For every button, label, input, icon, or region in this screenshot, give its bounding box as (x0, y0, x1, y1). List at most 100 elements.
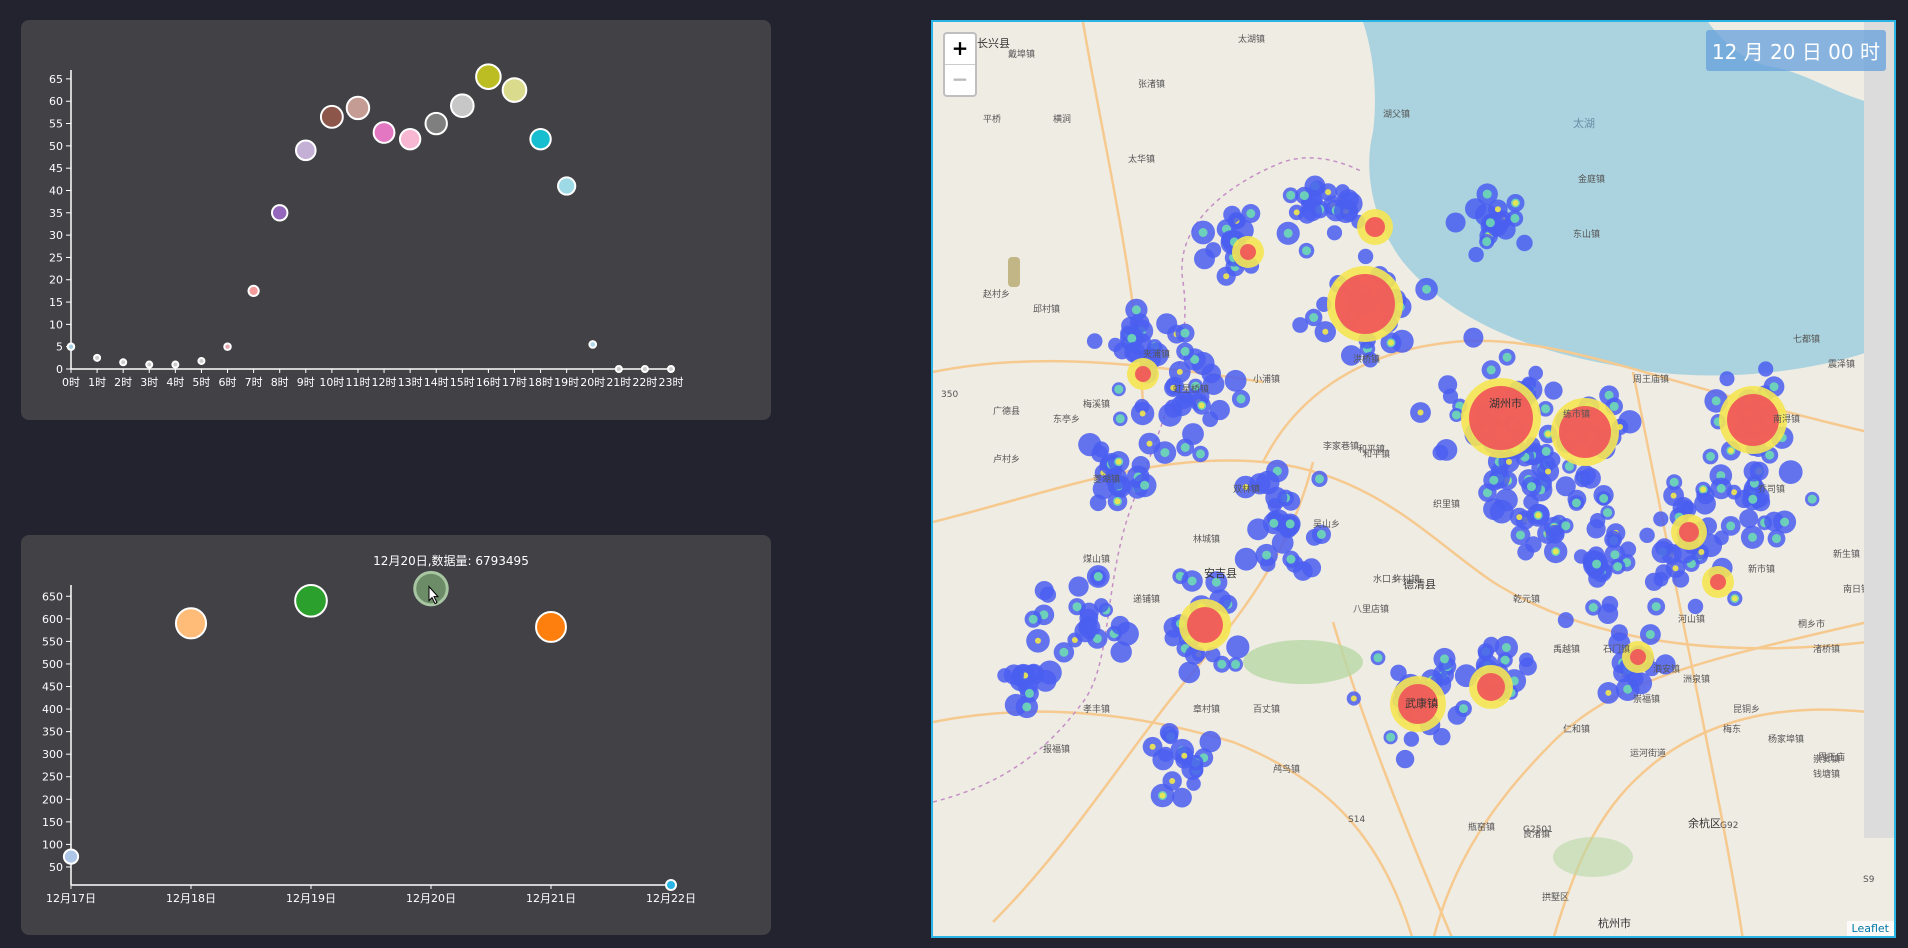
heat-point (1224, 369, 1247, 392)
heat-point-warm (1711, 396, 1721, 406)
heat-point (1078, 433, 1102, 457)
place-label: 禹越镇 (1553, 643, 1580, 655)
heat-core-red (1187, 607, 1223, 643)
place-label: 运河街道 (1630, 747, 1666, 759)
place-label: 平桥 (983, 113, 1001, 125)
place-label: 卢村乡 (993, 453, 1020, 465)
data-point (247, 284, 260, 298)
heat-point (1589, 513, 1606, 529)
heat-point-warm (1127, 333, 1137, 343)
heat-point (1110, 641, 1132, 663)
heat-point (1160, 726, 1178, 743)
map-canvas[interactable]: 湖州市长兴县安吉县德清县武康镇余杭区杭州市桐乡市广德县拱墅区南浔镇练市镇新市镇和… (933, 22, 1896, 938)
place-label: 周王庙镇 (1633, 373, 1669, 385)
place-label: 夹浦镇 (1143, 348, 1170, 360)
heat-point-hot (1727, 447, 1734, 454)
x-tick-label: 3时 (140, 376, 158, 389)
x-tick-label: 2时 (114, 376, 132, 389)
heat-point-hot (1169, 778, 1176, 784)
heat-point (1110, 615, 1130, 635)
y-tick-label: 65 (49, 73, 63, 86)
heat-point-hot (1223, 273, 1230, 280)
heat-point-hot (1700, 486, 1707, 493)
heat-point-hot (1698, 549, 1705, 555)
data-point (557, 176, 577, 196)
heat-point-warm (1451, 410, 1461, 420)
heat-point (1655, 538, 1674, 557)
heat-point-hot (1035, 637, 1041, 644)
place-label: 菱湖镇 (1093, 473, 1120, 485)
y-tick-label: 50 (49, 861, 63, 874)
x-tick-label: 13时 (398, 376, 423, 389)
heat-point (1739, 509, 1759, 529)
heat-point-warm (1716, 483, 1726, 493)
y-tick-label: 600 (42, 613, 63, 626)
daily-scatter-chart: 50 100 150 200 250 300 350 400 450 500 550 600 650 12… (42, 553, 696, 905)
heat-point-warm (1025, 688, 1034, 698)
place-label: 杨家埠镇 (1768, 733, 1804, 745)
zoom-out-button[interactable]: − (945, 64, 975, 95)
heat-point-warm (1645, 630, 1655, 639)
leaflet-attribution-link[interactable]: Leaflet (1846, 921, 1894, 936)
heat-point (1202, 411, 1219, 428)
place-label: 双林镇 (1233, 483, 1260, 495)
data-point (475, 63, 502, 90)
data-point (62, 848, 80, 865)
heat-core-red (1710, 574, 1726, 590)
hourly-scatter-panel: 0 5 10 15 20 25 30 35 40 45 50 55 60 65 0时 1时 2时 3时 4时 5时 6时… (21, 20, 771, 420)
heat-point-hot (1325, 189, 1332, 196)
heat-point-warm (1769, 382, 1779, 392)
heat-point (1601, 595, 1619, 613)
data-point (665, 879, 677, 891)
place-label: 武康镇 (1405, 696, 1438, 710)
heat-point (997, 668, 1012, 683)
heat-point-warm (1262, 550, 1272, 560)
x-tick-label: 7时 (245, 376, 263, 389)
y-tick-label: 35 (49, 207, 63, 220)
data-point (270, 204, 289, 222)
heat-point-hot (1159, 792, 1166, 799)
heat-core-red (1135, 366, 1151, 382)
x-tick-label: 12月22日 (646, 892, 696, 905)
heat-point (1653, 511, 1669, 527)
lake-label: 太湖 (1573, 117, 1595, 130)
place-label: 虹星桥镇 (1173, 383, 1209, 395)
heat-core-red (1365, 217, 1385, 237)
place-label: 瓶窑镇 (1468, 821, 1495, 833)
heat-point-hot (1494, 206, 1501, 213)
heat-point-hot (1417, 409, 1424, 416)
heat-point-warm (1315, 474, 1324, 484)
y-tick-label: 60 (49, 95, 63, 108)
heat-point (1039, 586, 1057, 603)
heat-point-warm (1726, 521, 1736, 531)
heat-point-warm (1269, 518, 1279, 528)
place-label: 新市镇 (1748, 563, 1775, 575)
heat-point-warm (1028, 614, 1038, 624)
heat-point-warm (1180, 443, 1190, 452)
heatmap-map[interactable]: 湖州市 长兴县 安吉县 德清县 武康镇 余杭区 杭州市 桐乡市 广德县 拱墅区 南浔镇 练市镇 新市镇和… (931, 20, 1896, 938)
daily-scatter-panel: 50 100 150 200 250 300 350 400 450 500 550 600 650 12… (21, 535, 771, 935)
heat-point (1223, 205, 1241, 224)
heat-point (1433, 728, 1451, 746)
y-tick-label: 350 (42, 726, 63, 739)
heat-point (1226, 635, 1250, 659)
place-label: 长兴县 (977, 37, 1010, 50)
heat-point-warm (1231, 659, 1241, 669)
park-area (1553, 837, 1633, 877)
y-tick-label: 40 (49, 184, 63, 197)
heat-point (1687, 598, 1704, 615)
heat-point (1778, 460, 1803, 484)
map-scrollbar[interactable] (1864, 22, 1894, 838)
place-label: 鸬鸟镇 (1273, 763, 1300, 775)
heat-point-warm (1609, 401, 1619, 411)
x-tick-label: 20时 (580, 376, 605, 389)
heat-point-warm (1302, 246, 1311, 256)
y-tick-label: 200 (42, 793, 63, 806)
x-tick-label: 17时 (502, 376, 527, 389)
zoom-in-button[interactable]: + (945, 34, 975, 64)
heat-point (1544, 381, 1563, 400)
heat-point-hot (1139, 410, 1146, 417)
x-tick-label: 23时 (659, 376, 684, 389)
heat-core-red (1240, 244, 1256, 260)
heat-point-warm (1541, 446, 1551, 456)
